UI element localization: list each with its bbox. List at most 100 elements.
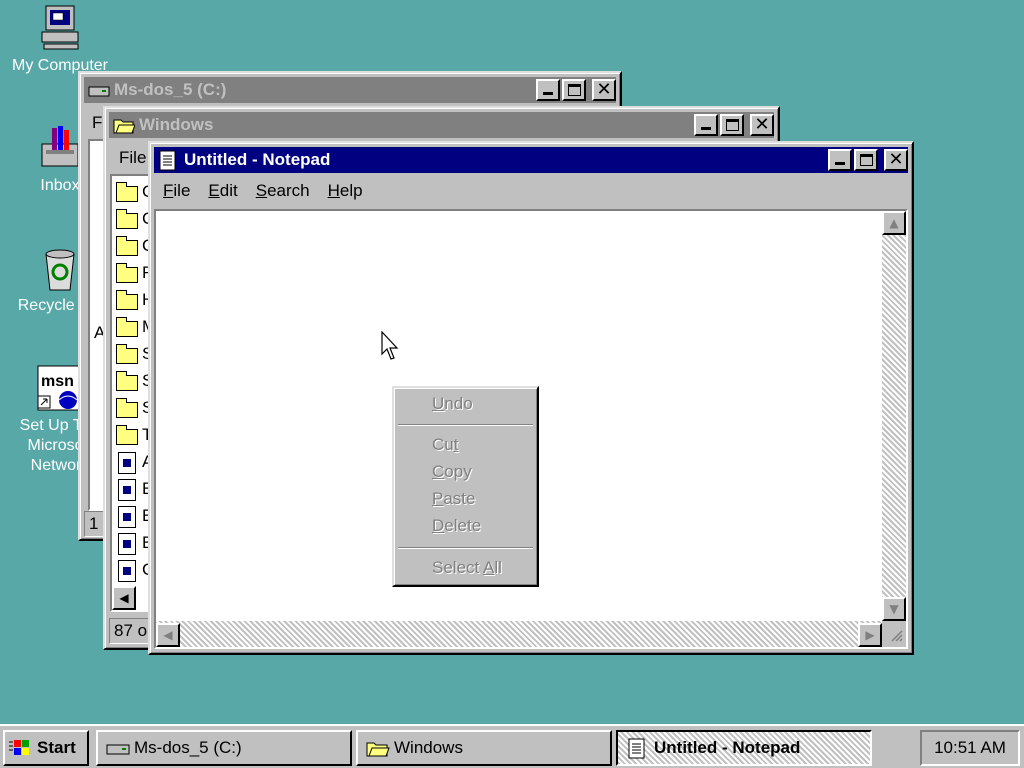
file-icon <box>118 479 136 501</box>
menu-accel: F <box>163 181 174 200</box>
context-menu-separator <box>398 547 533 549</box>
file-icon <box>118 452 136 474</box>
notepad-scroll-up-button[interactable]: ▲ <box>882 211 906 235</box>
mouse-cursor-icon <box>381 330 401 363</box>
close-icon: ✕ <box>888 149 904 170</box>
menu-search[interactable]: Search <box>247 181 319 201</box>
menu-post: elete <box>444 516 482 535</box>
taskbar-button-windows[interactable]: Windows <box>356 730 612 766</box>
windows-logo-icon <box>9 738 31 758</box>
start-label: Start <box>37 738 76 757</box>
taskbar-button-label: Untitled - Notepad <box>654 738 801 757</box>
folder-icon <box>116 344 138 364</box>
msdos-close-button[interactable]: ✕ <box>592 79 616 101</box>
msdos-titlebar[interactable]: Ms-dos_5 (C:) ✕ <box>84 77 616 103</box>
menu-accel: A <box>483 558 495 577</box>
context-menu-separator <box>398 424 533 426</box>
taskbar: Start Ms-dos_5 (C:) Windows Untitled - N… <box>0 724 1024 768</box>
context-menu-cut[interactable]: Cut <box>432 435 458 455</box>
windows-folder-titlebar[interactable]: Windows ✕ <box>109 112 774 138</box>
notepad-vscroll-track[interactable] <box>882 211 906 621</box>
file-icon <box>118 533 136 555</box>
menu-accel: t <box>453 435 459 454</box>
context-menu-select-all[interactable]: Select All <box>432 558 502 578</box>
close-icon: ✕ <box>596 79 612 100</box>
msn-icon: msn <box>36 364 84 412</box>
taskbar-clock[interactable]: 10:51 AM <box>920 730 1020 766</box>
menu-file[interactable]: File <box>154 181 199 201</box>
menu-rest: ndo <box>444 394 473 413</box>
size-grip-icon <box>891 630 903 642</box>
menu-pre: Cu <box>432 435 454 454</box>
file-icon <box>118 560 136 582</box>
menu-rest: dit <box>219 181 238 200</box>
folder-icon <box>116 290 138 310</box>
menu-accel: E <box>208 181 220 200</box>
windows-folder-close-button[interactable]: ✕ <box>750 114 774 136</box>
msdos-minimize-button[interactable] <box>536 79 560 101</box>
windows-folder-status-text: 87 o <box>114 621 148 640</box>
maximize-icon <box>726 119 739 131</box>
folder-icon <box>116 236 138 256</box>
folder-icon <box>116 425 138 445</box>
menu-accel: U <box>432 394 445 413</box>
start-button[interactable]: Start <box>3 730 89 766</box>
notepad-minimize-button[interactable] <box>828 149 852 171</box>
notepad-scroll-right-button[interactable]: ▶ <box>858 623 882 647</box>
menu-help[interactable]: Help <box>319 181 372 201</box>
minimize-icon <box>543 92 553 95</box>
svg-text:msn: msn <box>41 373 74 390</box>
context-menu-undo[interactable]: Undo <box>432 394 473 414</box>
menu-rest: earch <box>267 181 310 200</box>
folder-icon <box>116 182 138 202</box>
windows-folder-minimize-button[interactable] <box>694 114 718 136</box>
menu-accel: P <box>432 489 444 508</box>
taskbar-button-label: Ms-dos_5 (C:) <box>134 738 242 757</box>
context-menu-delete[interactable]: Delete <box>432 516 481 536</box>
menu-accel: C <box>432 462 445 481</box>
clock-text: 10:51 AM <box>934 738 1006 757</box>
notepad-hscroll-track[interactable] <box>156 621 882 647</box>
notepad-close-button[interactable]: ✕ <box>884 149 908 171</box>
taskbar-button-notepad[interactable]: Untitled - Notepad <box>616 730 872 766</box>
notepad-titlebar[interactable]: Untitled - Notepad ✕ <box>154 147 908 173</box>
msdos-title: Ms-dos_5 (C:) <box>114 80 227 99</box>
notepad-icon <box>158 150 178 171</box>
folder-icon <box>116 398 138 418</box>
maximize-icon <box>860 154 873 166</box>
desktop-icon-my-computer[interactable]: My Computer <box>0 4 120 76</box>
minimize-icon <box>835 162 845 165</box>
folder-icon <box>116 371 138 391</box>
notepad-maximize-button[interactable] <box>854 149 878 171</box>
folder-icon <box>366 738 390 758</box>
menu-post: opy <box>444 462 472 481</box>
windows-folder-maximize-button[interactable] <box>720 114 744 136</box>
folder-icon <box>116 209 138 229</box>
folder-icon <box>116 263 138 283</box>
context-menu-copy[interactable]: Copy <box>432 462 472 482</box>
msdos-maximize-button[interactable] <box>562 79 586 101</box>
folder-open-icon <box>113 115 136 135</box>
menu-rest: elp <box>339 181 363 200</box>
windows-folder-menu-file[interactable]: File <box>119 148 146 168</box>
notepad-scroll-down-button[interactable]: ▼ <box>882 597 906 621</box>
notepad-icon <box>626 738 648 759</box>
msdos-menu-partial[interactable]: F <box>92 113 102 133</box>
windows-folder-scroll-left-button[interactable]: ◀ <box>112 586 136 610</box>
windows-folder-title: Windows <box>139 115 214 134</box>
drive-icon <box>106 738 130 758</box>
context-menu-paste[interactable]: Paste <box>432 489 475 509</box>
notepad-title: Untitled - Notepad <box>184 150 331 169</box>
menu-post: ll <box>494 558 502 577</box>
taskbar-button-label: Windows <box>394 738 463 757</box>
menu-accel: H <box>327 181 340 200</box>
inbox-icon <box>36 124 84 172</box>
menu-accel: S <box>255 181 268 200</box>
notepad-scroll-left-button[interactable]: ◀ <box>156 623 180 647</box>
taskbar-button-msdos[interactable]: Ms-dos_5 (C:) <box>96 730 352 766</box>
notepad-size-grip[interactable] <box>882 621 906 647</box>
menu-edit[interactable]: Edit <box>199 181 246 201</box>
menu-accel: D <box>432 516 445 535</box>
menu-pre: Select <box>432 558 484 577</box>
drive-icon <box>88 80 110 100</box>
